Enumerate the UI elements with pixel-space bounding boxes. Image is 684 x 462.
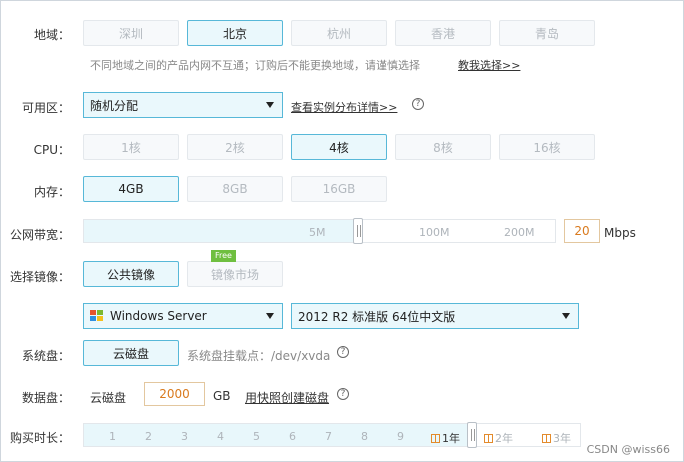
duration-month-5[interactable]: 5 bbox=[253, 430, 260, 443]
snapshot-disk-link[interactable]: 用快照创建磁盘 bbox=[245, 389, 329, 406]
version-select[interactable]: 2012 R2 标准版 64位中文版 bbox=[291, 303, 579, 329]
help-icon[interactable]: ? bbox=[412, 98, 424, 110]
system-disk-label: 系统盘： bbox=[21, 349, 70, 363]
duration-month-2[interactable]: 2 bbox=[145, 430, 152, 443]
region-note: 不同地域之间的产品内网不互通；订购后不能更换地域，请谨慎选择 bbox=[90, 59, 420, 72]
duration-month-1[interactable]: 1 bbox=[109, 430, 116, 443]
memory-option-4gb[interactable]: 4GB bbox=[83, 176, 179, 202]
system-disk-type[interactable]: 云磁盘 bbox=[83, 340, 179, 366]
duration-year-1[interactable]: 1年 bbox=[431, 430, 460, 446]
duration-label: 购买时长： bbox=[9, 431, 70, 445]
bandwidth-input[interactable]: 20 bbox=[564, 219, 600, 243]
version-select-value: 2012 R2 标准版 64位中文版 bbox=[298, 309, 456, 324]
region-option-shenzhen[interactable]: 深圳 bbox=[83, 20, 179, 46]
chevron-down-icon bbox=[266, 102, 274, 108]
duration-month-7[interactable]: 7 bbox=[325, 430, 332, 443]
duration-year-2[interactable]: 2年 bbox=[484, 430, 513, 446]
zone-label: 可用区： bbox=[21, 101, 70, 115]
cpu-label: CPU： bbox=[33, 143, 70, 157]
windows-icon bbox=[90, 310, 104, 322]
cpu-option-8[interactable]: 8核 bbox=[395, 134, 491, 160]
gift-icon bbox=[484, 434, 493, 443]
region-option-beijing[interactable]: 北京 bbox=[187, 20, 283, 46]
chevron-down-icon bbox=[266, 313, 274, 319]
data-disk-type: 云磁盘 bbox=[90, 391, 127, 405]
duration-year-3[interactable]: 3年 bbox=[542, 430, 571, 446]
bandwidth-slider[interactable]: 5M 100M 200M bbox=[83, 218, 556, 244]
chevron-down-icon bbox=[562, 313, 570, 319]
duration-month-4[interactable]: 4 bbox=[217, 430, 224, 443]
bandwidth-label: 公网带宽： bbox=[9, 228, 70, 242]
region-option-qingdao[interactable]: 青岛 bbox=[499, 20, 595, 46]
bandwidth-unit: Mbps bbox=[604, 226, 636, 240]
memory-label: 内存： bbox=[33, 185, 70, 199]
bandwidth-tick-100m: 100M bbox=[419, 226, 450, 239]
bandwidth-tick-200m: 200M bbox=[504, 226, 535, 239]
gift-icon bbox=[542, 434, 551, 443]
data-disk-label: 数据盘： bbox=[21, 391, 70, 405]
region-option-hangzhou[interactable]: 杭州 bbox=[291, 20, 387, 46]
region-option-hongkong[interactable]: 香港 bbox=[395, 20, 491, 46]
os-select[interactable]: Windows Server bbox=[83, 303, 283, 329]
duration-month-8[interactable]: 8 bbox=[361, 430, 368, 443]
help-icon[interactable]: ? bbox=[337, 346, 349, 358]
duration-slider[interactable]: 1 2 3 4 5 6 7 8 9 1年 2年 3年 bbox=[83, 422, 581, 448]
zone-distribution-link[interactable]: 查看实例分布详情>> bbox=[291, 99, 397, 115]
duration-slider-handle[interactable] bbox=[467, 422, 477, 448]
watermark: CSDN @wiss66 bbox=[586, 443, 670, 456]
region-help-link[interactable]: 教我选择>> bbox=[458, 57, 520, 73]
memory-option-8gb[interactable]: 8GB bbox=[187, 176, 283, 202]
cpu-option-4[interactable]: 4核 bbox=[291, 134, 387, 160]
tab-public-image[interactable]: 公共镜像 bbox=[83, 261, 179, 287]
duration-slider-fill bbox=[84, 424, 472, 446]
cpu-option-1[interactable]: 1核 bbox=[83, 134, 179, 160]
tab-image-market[interactable]: 镜像市场 bbox=[187, 261, 283, 287]
cpu-option-2[interactable]: 2核 bbox=[187, 134, 283, 160]
system-disk-note: 系统盘挂载点：/dev/xvda bbox=[187, 349, 331, 363]
duration-month-9[interactable]: 9 bbox=[397, 430, 404, 443]
duration-month-6[interactable]: 6 bbox=[289, 430, 296, 443]
help-icon[interactable]: ? bbox=[337, 388, 349, 400]
os-select-value: Windows Server bbox=[110, 309, 207, 323]
image-label: 选择镜像： bbox=[9, 270, 70, 284]
duration-month-3[interactable]: 3 bbox=[181, 430, 188, 443]
zone-select[interactable]: 随机分配 bbox=[83, 92, 283, 118]
data-disk-size-input[interactable]: 2000 bbox=[144, 382, 205, 406]
bandwidth-slider-handle[interactable] bbox=[353, 218, 363, 244]
bandwidth-tick-5m: 5M bbox=[309, 226, 326, 239]
free-badge: Free bbox=[211, 250, 236, 262]
region-label: 地域： bbox=[33, 28, 70, 42]
data-disk-unit: GB bbox=[213, 389, 231, 403]
zone-select-value: 随机分配 bbox=[90, 98, 139, 113]
cpu-option-16[interactable]: 16核 bbox=[499, 134, 595, 160]
memory-option-16gb[interactable]: 16GB bbox=[291, 176, 387, 202]
gift-icon bbox=[431, 434, 440, 443]
